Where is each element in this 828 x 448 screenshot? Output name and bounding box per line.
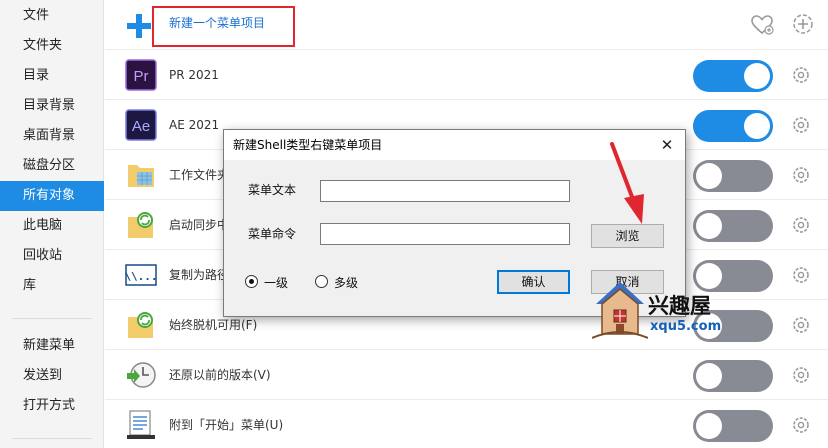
annotation-arrow <box>610 142 644 224</box>
sidebar-item-all-objects[interactable]: 所有对象 <box>0 181 104 211</box>
sidebar: 文件 文件夹 目录 目录背景 桌面背景 磁盘分区 所有对象 此电脑 回收站 库 … <box>0 0 104 448</box>
menu-item-label: 附到「开始」菜单(U) <box>169 418 284 432</box>
add-circle-icon[interactable] <box>792 13 814 35</box>
menu-command-label: 菜单命令 <box>248 227 297 241</box>
menu-item-label: PR 2021 <box>169 68 219 82</box>
sidebar-divider <box>12 318 92 319</box>
sidebar-item-disk-partition[interactable]: 磁盘分区 <box>0 151 104 181</box>
enable-toggle[interactable] <box>693 410 773 442</box>
enable-toggle[interactable] <box>693 160 773 192</box>
gear-icon[interactable] <box>791 265 811 285</box>
premiere-pro-icon: Pr <box>125 59 157 91</box>
gear-icon[interactable] <box>791 365 811 385</box>
menu-command-input[interactable] <box>320 223 570 245</box>
sidebar-item-new-menu[interactable]: 新建菜单 <box>0 331 104 361</box>
toggle-knob <box>744 63 770 89</box>
sidebar-item-directory[interactable]: 目录 <box>0 61 104 91</box>
highlight-box <box>152 6 295 47</box>
multi-level-radio[interactable] <box>315 275 328 288</box>
toggle-knob <box>696 363 722 389</box>
sidebar-item-folder[interactable]: 文件夹 <box>0 31 104 61</box>
sidebar-item-send-to[interactable]: 发送到 <box>0 361 104 391</box>
sidebar-item-file[interactable]: 文件 <box>0 1 104 31</box>
toggle-knob <box>696 413 722 439</box>
restore-clock-icon <box>127 362 156 388</box>
menu-text-input[interactable] <box>320 180 570 202</box>
menu-item-label: AE 2021 <box>169 118 220 132</box>
menu-text-label: 菜单文本 <box>248 183 297 197</box>
toggle-knob <box>696 163 722 189</box>
level-one-radio[interactable] <box>245 275 258 288</box>
enable-toggle[interactable] <box>693 260 773 292</box>
sidebar-divider <box>12 438 92 439</box>
browse-button[interactable]: 浏览 <box>591 224 664 248</box>
menu-item-label: 工作文件夹 <box>169 168 230 182</box>
close-icon[interactable]: ✕ <box>657 135 677 155</box>
favorite-heart-add-icon[interactable] <box>750 13 774 37</box>
svg-text:Ae: Ae <box>132 118 150 135</box>
multi-level-label[interactable]: 多级 <box>334 274 358 291</box>
enable-toggle[interactable] <box>693 110 773 142</box>
work-folder-icon <box>128 165 154 187</box>
toggle-knob <box>696 213 722 239</box>
enable-toggle[interactable] <box>693 210 773 242</box>
confirm-button[interactable]: 确认 <box>497 270 570 294</box>
menu-item-label: 还原以前的版本(V) <box>169 368 271 382</box>
gear-icon[interactable] <box>791 415 811 435</box>
sidebar-item-desktop-background[interactable]: 桌面背景 <box>0 121 104 151</box>
pin-start-icon <box>127 410 155 439</box>
gear-icon[interactable] <box>791 315 811 335</box>
sidebar-item-open-with[interactable]: 打开方式 <box>0 391 104 421</box>
sidebar-item-this-pc[interactable]: 此电脑 <box>0 211 104 241</box>
gear-icon[interactable] <box>791 115 811 135</box>
svg-text:\\...: \\... <box>125 270 157 283</box>
sidebar-item-library[interactable]: 库 <box>0 271 104 301</box>
offline-sync-folder-icon <box>128 312 153 338</box>
menu-item-label: 复制为路径 <box>169 268 230 282</box>
menu-item-row: 附到「开始」菜单(U) <box>105 400 828 448</box>
toggle-knob <box>696 263 722 289</box>
gear-icon[interactable] <box>791 165 811 185</box>
enable-toggle[interactable] <box>693 60 773 92</box>
level-one-label[interactable]: 一级 <box>264 274 288 291</box>
sidebar-item-directory-background[interactable]: 目录背景 <box>0 91 104 121</box>
watermark-name: 兴趣屋 <box>648 294 711 318</box>
gear-icon[interactable] <box>791 65 811 85</box>
after-effects-icon: Ae <box>125 109 157 141</box>
toggle-knob <box>744 113 770 139</box>
enable-toggle[interactable] <box>693 360 773 392</box>
add-plus-icon[interactable] <box>125 12 153 40</box>
copy-path-icon: \\... <box>125 264 157 286</box>
svg-text:Pr: Pr <box>134 68 149 85</box>
sync-folder-icon <box>128 212 153 238</box>
watermark-house-logo <box>592 282 648 339</box>
gear-icon[interactable] <box>791 215 811 235</box>
menu-item-row: Pr PR 2021 <box>105 50 828 100</box>
menu-item-row: 还原以前的版本(V) <box>105 350 828 400</box>
sidebar-item-recycle-bin[interactable]: 回收站 <box>0 241 104 271</box>
watermark-site: xqu5.com <box>650 319 722 334</box>
